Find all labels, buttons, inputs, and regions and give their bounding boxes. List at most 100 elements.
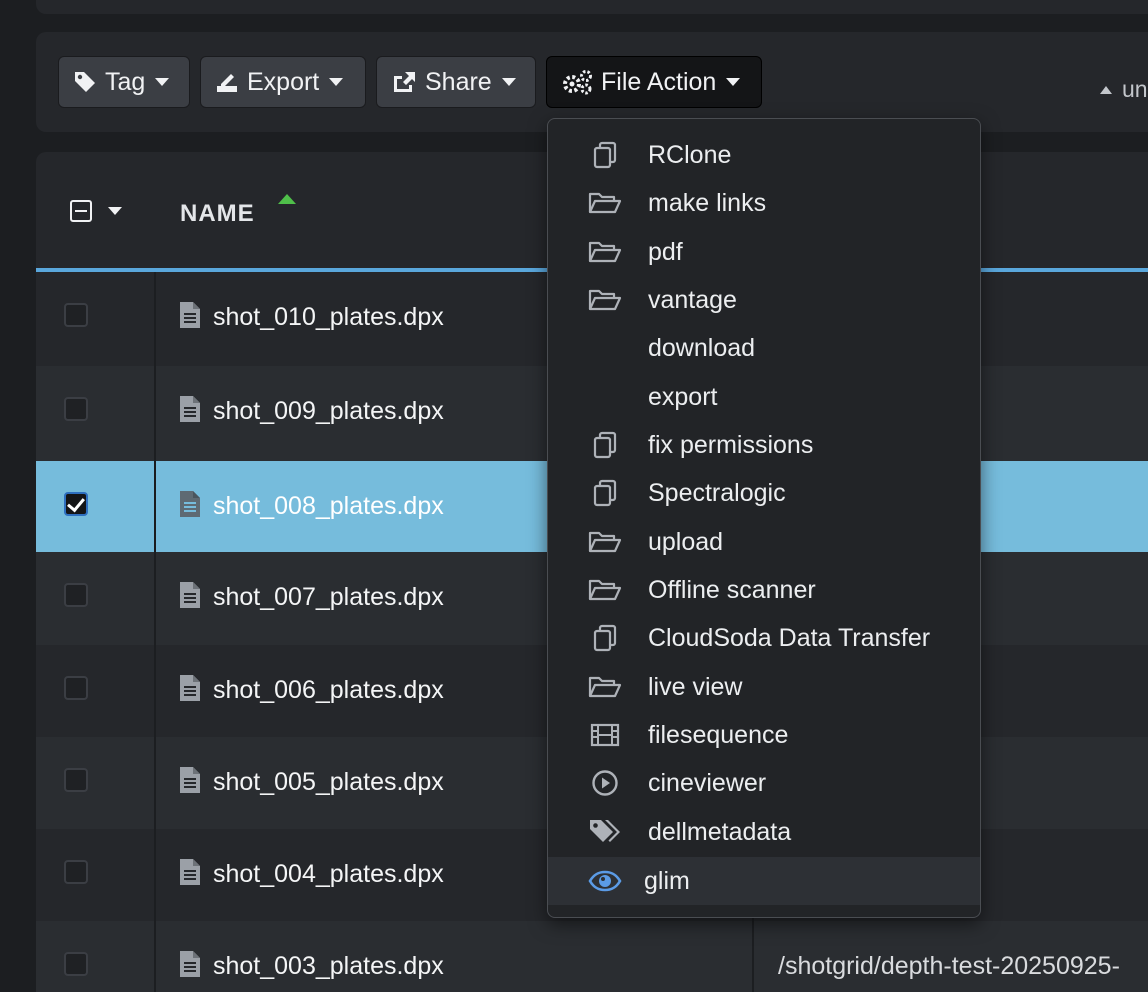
blank-icon bbox=[588, 383, 622, 411]
chevron-down-icon bbox=[726, 78, 741, 86]
file-name[interactable]: shot_007_plates.dpx bbox=[213, 583, 444, 612]
folder-open-icon bbox=[588, 673, 622, 701]
chevron-down-icon bbox=[329, 78, 344, 86]
row-checkbox[interactable] bbox=[64, 676, 88, 700]
file-action-button-label: File Action bbox=[601, 67, 717, 96]
menu-item-label: cineviewer bbox=[648, 769, 767, 797]
tag-button-label: Tag bbox=[105, 67, 146, 96]
folder-open-icon bbox=[588, 286, 622, 314]
row-checkbox[interactable] bbox=[64, 952, 88, 976]
menu-item-pdf[interactable]: pdf bbox=[548, 228, 980, 276]
menu-item-label: pdf bbox=[648, 238, 683, 266]
action-toolbar: Tag Export Share File Action un bbox=[36, 32, 1148, 132]
menu-item-rclone[interactable]: RClone bbox=[548, 131, 980, 179]
menu-item-label: CloudSoda Data Transfer bbox=[648, 624, 931, 652]
file-name[interactable]: shot_008_plates.dpx bbox=[213, 492, 444, 521]
menu-item-filesequence[interactable]: filesequence bbox=[548, 711, 980, 759]
row-checkbox[interactable] bbox=[64, 583, 88, 607]
column-divider bbox=[752, 921, 754, 992]
copy-icon bbox=[588, 479, 622, 507]
row-checkbox[interactable] bbox=[64, 397, 88, 421]
file-name[interactable]: shot_006_plates.dpx bbox=[213, 676, 444, 705]
checkbox-cell bbox=[36, 737, 156, 829]
sort-ascending-icon bbox=[278, 194, 296, 204]
file-name[interactable]: shot_010_plates.dpx bbox=[213, 303, 444, 332]
menu-item-label: dellmetadata bbox=[648, 818, 792, 846]
row-checkbox[interactable] bbox=[64, 492, 88, 516]
menu-item-cineviewer[interactable]: cineviewer bbox=[548, 759, 980, 807]
menu-item-cloudsoda-data-transfer[interactable]: CloudSoda Data Transfer bbox=[548, 614, 980, 662]
copy-icon bbox=[588, 431, 622, 459]
tags-icon bbox=[588, 818, 622, 846]
menu-item-label: glim bbox=[644, 867, 690, 895]
chevron-down-icon bbox=[108, 207, 122, 215]
table-row[interactable]: shot_003_plates.dpx /shotgrid/depth-test… bbox=[36, 921, 1148, 992]
checkbox-cell bbox=[36, 366, 156, 461]
file-icon bbox=[180, 491, 200, 522]
export-button[interactable]: Export bbox=[200, 56, 366, 108]
folder-open-icon bbox=[588, 528, 622, 556]
gears-icon bbox=[561, 69, 593, 95]
menu-item-label: Offline scanner bbox=[648, 576, 816, 604]
menu-item-upload[interactable]: upload bbox=[548, 518, 980, 566]
chevron-down-icon bbox=[155, 78, 170, 86]
checkbox-cell bbox=[36, 272, 156, 366]
caret-up-icon bbox=[1100, 85, 1112, 94]
select-all-checkbox[interactable] bbox=[70, 200, 92, 222]
name-column-header[interactable]: NAME bbox=[180, 200, 255, 228]
share-icon bbox=[391, 70, 417, 94]
menu-item-vantage[interactable]: vantage bbox=[548, 276, 980, 324]
checkbox-cell bbox=[36, 461, 156, 552]
folder-open-icon bbox=[588, 576, 622, 604]
menu-item-label: filesequence bbox=[648, 721, 789, 749]
file-name[interactable]: shot_005_plates.dpx bbox=[213, 768, 444, 797]
menu-item-fix-permissions[interactable]: fix permissions bbox=[548, 421, 980, 469]
menu-item-dellmetadata[interactable]: dellmetadata bbox=[548, 808, 980, 856]
file-name[interactable]: shot_009_plates.dpx bbox=[213, 397, 444, 426]
menu-item-label: make links bbox=[648, 189, 767, 217]
menu-item-live-view[interactable]: live view bbox=[548, 663, 980, 711]
menu-item-glim[interactable]: glim bbox=[548, 857, 980, 905]
file-path: /shotgrid/depth-test-20250925- bbox=[778, 952, 1120, 980]
menu-item-spectralogic[interactable]: Spectralogic bbox=[548, 469, 980, 517]
copy-icon bbox=[588, 624, 622, 652]
menu-item-download[interactable]: download bbox=[548, 324, 980, 372]
folder-open-icon bbox=[588, 189, 622, 217]
share-button[interactable]: Share bbox=[376, 56, 536, 108]
chevron-down-icon bbox=[501, 78, 516, 86]
file-name[interactable]: shot_004_plates.dpx bbox=[213, 860, 444, 889]
file-icon bbox=[180, 859, 200, 890]
menu-item-label: upload bbox=[648, 528, 724, 556]
tag-button[interactable]: Tag bbox=[58, 56, 190, 108]
menu-item-make-links[interactable]: make links bbox=[548, 179, 980, 227]
row-checkbox[interactable] bbox=[64, 303, 88, 327]
select-all-dropdown[interactable] bbox=[70, 200, 122, 222]
share-button-label: Share bbox=[425, 67, 492, 96]
sort-hint[interactable]: un bbox=[1100, 76, 1148, 103]
export-icon bbox=[215, 70, 239, 94]
blank-icon bbox=[588, 334, 622, 362]
sort-hint-label: un bbox=[1122, 76, 1148, 102]
file-icon bbox=[180, 396, 200, 427]
menu-item-label: Spectralogic bbox=[648, 479, 786, 507]
copy-icon bbox=[588, 141, 622, 169]
file-icon bbox=[180, 951, 200, 982]
top-panel bbox=[36, 0, 1148, 14]
file-icon bbox=[180, 582, 200, 613]
export-button-label: Export bbox=[247, 67, 320, 96]
file-action-menu: RClone make links pdf vantage download e… bbox=[547, 118, 981, 918]
row-checkbox[interactable] bbox=[64, 768, 88, 792]
menu-item-label: RClone bbox=[648, 141, 732, 169]
checkbox-cell bbox=[36, 645, 156, 737]
menu-item-offline-scanner[interactable]: Offline scanner bbox=[548, 566, 980, 614]
play-circle-icon bbox=[588, 769, 622, 797]
menu-item-label: live view bbox=[648, 673, 743, 701]
row-checkbox[interactable] bbox=[64, 860, 88, 884]
file-action-button[interactable]: File Action bbox=[546, 56, 762, 108]
file-icon bbox=[180, 675, 200, 706]
menu-item-export[interactable]: export bbox=[548, 373, 980, 421]
film-icon bbox=[588, 721, 622, 749]
file-name[interactable]: shot_003_plates.dpx bbox=[213, 952, 444, 981]
menu-item-label: fix permissions bbox=[648, 431, 814, 459]
tag-icon bbox=[73, 70, 97, 94]
